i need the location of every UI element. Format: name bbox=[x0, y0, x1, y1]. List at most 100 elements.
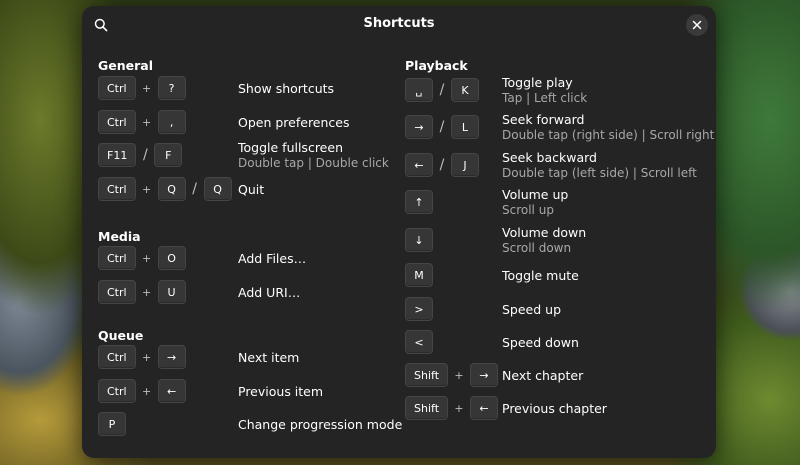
shortcut-text: Speed up bbox=[502, 296, 561, 322]
shortcut-gesture: Scroll up bbox=[502, 203, 554, 217]
shortcut-label: Toggle fullscreen bbox=[238, 140, 343, 155]
keycap: Ctrl bbox=[98, 345, 136, 369]
shortcut-label: Volume down bbox=[502, 225, 587, 240]
key-plus-separator: + bbox=[454, 368, 464, 382]
section-title-general: General bbox=[98, 58, 153, 73]
shortcut-row-previous-chapter: Shift + ← Previous chapter bbox=[405, 395, 715, 421]
key-or-separator: / bbox=[439, 157, 445, 173]
keycap: ? bbox=[157, 76, 186, 100]
shortcut-row-add-uri: Ctrl + U Add URI… bbox=[98, 279, 398, 305]
shortcut-text: Toggle mute bbox=[502, 262, 579, 288]
shortcut-keys: ← / J bbox=[405, 153, 479, 177]
shortcut-gesture: Tap | Left click bbox=[502, 91, 588, 105]
shortcut-row-add-files: Ctrl + O Add Files… bbox=[98, 245, 398, 271]
shortcut-keys: Shift + → bbox=[405, 363, 499, 387]
keycap: P bbox=[98, 412, 126, 436]
keycap: F11 bbox=[98, 143, 137, 167]
section-title-playback: Playback bbox=[405, 58, 468, 73]
shortcut-row-volume-down: ↓ Volume down Scroll down bbox=[405, 225, 715, 255]
keycap: Ctrl bbox=[98, 280, 136, 304]
shortcut-row-seek-forward: → / L Seek forward Double tap (right side) |… bbox=[405, 112, 715, 142]
shortcut-text: Quit bbox=[238, 176, 264, 202]
shortcut-label: Seek forward bbox=[502, 112, 585, 127]
keycap: Ctrl bbox=[98, 110, 136, 134]
shortcut-text: Change progression mode bbox=[238, 411, 402, 437]
keycap: Shift bbox=[405, 363, 449, 387]
keycap: Ctrl bbox=[98, 76, 136, 100]
shortcut-label: Speed up bbox=[502, 301, 562, 317]
shortcut-row-toggle-fullscreen: F11 / F Toggle fullscreen Double tap | Doubl… bbox=[98, 140, 398, 170]
shortcut-text: Volume up Scroll up bbox=[502, 187, 568, 217]
shortcut-keys: < bbox=[405, 330, 433, 354]
shortcut-text: Previous chapter bbox=[502, 395, 607, 421]
shortcut-row-speed-down: < Speed down bbox=[405, 329, 715, 355]
shortcut-keys: Ctrl + Q / Q bbox=[98, 177, 232, 201]
shortcut-text: Seek backward Double tap (left side) | Sc… bbox=[502, 150, 697, 180]
keycap: ← bbox=[157, 379, 186, 403]
shortcut-keys: M bbox=[405, 263, 433, 287]
shortcut-keys: Ctrl +? bbox=[98, 76, 186, 100]
keycap: ↑ bbox=[405, 190, 433, 214]
keycap: Shift bbox=[405, 396, 449, 420]
shortcut-label: Quit bbox=[238, 181, 265, 197]
key-or-separator: / bbox=[142, 147, 148, 163]
section-title-media: Media bbox=[98, 229, 141, 244]
shortcut-label: Show shortcuts bbox=[238, 80, 335, 96]
keycap: → bbox=[157, 345, 186, 369]
shortcut-row-change-progression-mode: P Change progression mode bbox=[98, 411, 402, 437]
key-plus-separator: + bbox=[141, 285, 152, 299]
shortcut-label: Add URI… bbox=[238, 284, 301, 300]
key-plus-separator: + bbox=[141, 115, 152, 129]
shortcut-row-seek-backward: ← / J Seek backward Double tap (left side) |… bbox=[405, 150, 715, 180]
shortcut-row-next-chapter: Shift + → Next chapter bbox=[405, 362, 715, 388]
keycap: J bbox=[451, 153, 479, 177]
shortcut-text: Next chapter bbox=[502, 362, 583, 388]
shortcut-text: Previous item bbox=[238, 378, 323, 404]
close-button[interactable] bbox=[686, 14, 708, 36]
keycap: Q bbox=[157, 177, 186, 201]
keycap: Q bbox=[203, 177, 232, 201]
dialog-header: Shortcuts bbox=[82, 6, 716, 44]
shortcut-keys: P bbox=[98, 412, 126, 436]
shortcut-text: Show shortcuts bbox=[238, 75, 334, 101]
shortcut-label: Change progression mode bbox=[238, 416, 403, 432]
shortcut-text: Volume down Scroll down bbox=[502, 225, 587, 255]
shortcut-label: Add Files… bbox=[238, 250, 307, 266]
keycap: , bbox=[157, 110, 186, 134]
shortcut-row-speed-up: > Speed up bbox=[405, 296, 715, 322]
shortcut-keys: ↑ bbox=[405, 190, 433, 214]
shortcut-text: Speed down bbox=[502, 329, 579, 355]
keycap: → bbox=[405, 115, 433, 139]
shortcut-text: Open preferences bbox=[238, 109, 350, 135]
keycap: Ctrl bbox=[98, 177, 136, 201]
shortcut-label: Next chapter bbox=[502, 367, 584, 383]
keycap: O bbox=[157, 246, 186, 270]
shortcut-keys: Ctrl + O bbox=[98, 246, 186, 270]
keycap: U bbox=[157, 280, 186, 304]
shortcut-row-volume-up: ↑ Volume up Scroll up bbox=[405, 187, 715, 217]
shortcuts-dialog: Shortcuts General Ctrl +? Show shortcuts Ctr… bbox=[82, 6, 716, 458]
shortcut-label: Seek backward bbox=[502, 150, 597, 165]
shortcut-row-next-item: Ctrl + → Next item bbox=[98, 344, 398, 370]
keycap: K bbox=[451, 78, 479, 102]
shortcut-text: Add Files… bbox=[238, 245, 306, 271]
shortcut-keys: F11 / F bbox=[98, 143, 183, 167]
shortcut-keys: → / L bbox=[405, 115, 479, 139]
shortcut-text: Seek forward Double tap (right side) | Sc… bbox=[502, 112, 714, 142]
shortcut-label: Previous item bbox=[238, 383, 324, 399]
shortcut-label: Toggle play bbox=[502, 75, 573, 90]
key-or-separator: / bbox=[439, 82, 445, 98]
shortcut-text: Next item bbox=[238, 344, 299, 370]
key-plus-separator: + bbox=[141, 384, 152, 398]
shortcut-label: Speed down bbox=[502, 334, 579, 350]
shortcut-gesture: Double tap (left side) | Scroll left bbox=[502, 166, 697, 180]
shortcut-text: Add URI… bbox=[238, 279, 300, 305]
keycap: L bbox=[451, 115, 479, 139]
shortcut-row-quit: Ctrl + Q / Q Quit bbox=[98, 176, 398, 202]
shortcut-keys: Ctrl + ← bbox=[98, 379, 186, 403]
key-or-separator: / bbox=[439, 119, 445, 135]
close-icon bbox=[692, 20, 702, 30]
section-title-queue: Queue bbox=[98, 328, 144, 343]
shortcut-row-toggle-mute: M Toggle mute bbox=[405, 262, 715, 288]
key-plus-separator: + bbox=[454, 401, 464, 415]
